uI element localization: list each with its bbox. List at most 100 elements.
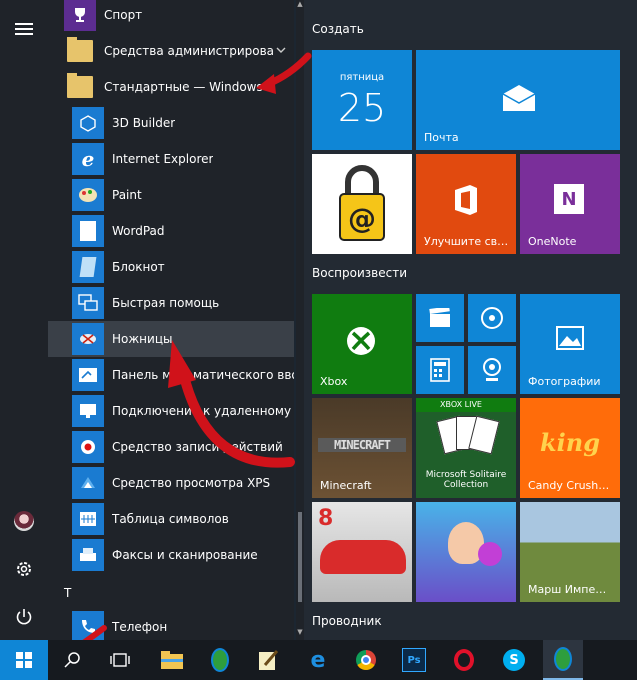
app-label: Ножницы	[112, 332, 173, 346]
search-icon	[64, 652, 80, 668]
calculator-tile[interactable]	[416, 346, 464, 394]
list-item[interactable]: Таблица символов	[48, 501, 294, 537]
onenote-icon: N	[554, 184, 584, 214]
settings-button[interactable]	[0, 546, 48, 592]
taskbar-chrome[interactable]	[346, 640, 386, 680]
list-item[interactable]: Подключение к удаленному ра	[48, 393, 294, 429]
internet-explorer-icon: e	[72, 143, 104, 175]
onenote-tile[interactable]: N OneNote	[520, 154, 620, 254]
tile-label: OneNote	[528, 235, 577, 248]
avatar	[14, 511, 34, 531]
tiles-area: Создать пятница 25 Почта @ Улучшите св… …	[304, 0, 637, 640]
minecraft-tile[interactable]: MINECRAFT Minecraft	[312, 398, 412, 498]
tile-label: Xbox	[320, 375, 348, 388]
list-item[interactable]: Средства администрировани…	[48, 33, 294, 69]
list-item[interactable]: Средство записи действий	[48, 429, 294, 465]
list-item[interactable]: Телефон	[48, 609, 294, 640]
app-label: Спорт	[104, 8, 143, 22]
taskbar-photoshop[interactable]: Ps	[394, 640, 434, 680]
expand-menu-button[interactable]	[0, 6, 48, 52]
windows-logo-icon	[16, 652, 32, 668]
march-of-empires-tile[interactable]: Марш Импе…	[520, 502, 620, 602]
group-title-create[interactable]: Создать	[312, 22, 364, 36]
taskbar-app-active[interactable]	[543, 640, 583, 680]
group-title-play[interactable]: Воспроизвести	[312, 266, 407, 280]
taskbar-skype[interactable]: S	[494, 640, 534, 680]
lock-at-icon: @	[339, 165, 385, 241]
all-apps-list[interactable]: Спорт Средства администрировани… Стандар…	[48, 0, 294, 640]
task-view-button[interactable]	[100, 640, 140, 680]
mail-tile[interactable]: Почта	[416, 50, 620, 150]
taskbar-app-green[interactable]	[200, 640, 240, 680]
taskbar-opera[interactable]	[444, 640, 484, 680]
list-item[interactable]: Средство просмотра XPS	[48, 465, 294, 501]
gear-icon	[17, 562, 31, 576]
tile-label: Марш Импе…	[528, 583, 607, 596]
search-button[interactable]	[52, 640, 92, 680]
xbox-live-badge: XBOX LIVE	[416, 398, 516, 412]
list-item[interactable]: WordPad	[48, 213, 294, 249]
opera-icon	[454, 649, 474, 671]
skype-icon: S	[503, 649, 525, 671]
keeper-tile[interactable]: @	[312, 154, 412, 254]
fax-scan-icon	[72, 539, 104, 571]
scroll-down-icon: ▼	[297, 628, 303, 636]
list-item[interactable]: e Internet Explorer	[48, 141, 294, 177]
svg-text:@: @	[348, 202, 376, 235]
film-icon	[429, 308, 450, 327]
king-logo: king	[540, 428, 600, 457]
app-label: Paint	[112, 188, 142, 202]
photoshop-icon: Ps	[402, 648, 426, 672]
app-label: Таблица символов	[112, 512, 229, 526]
group-title-explorer[interactable]: Проводник	[312, 614, 382, 628]
taskbar-notepad[interactable]	[248, 640, 288, 680]
user-account-button[interactable]	[0, 498, 48, 544]
app-label: Блокнот	[112, 260, 165, 274]
camera-tile[interactable]	[468, 346, 516, 394]
candy-crush-tile[interactable]: king Candy Crush…	[520, 398, 620, 498]
green-app-icon	[211, 648, 229, 672]
list-item[interactable]: Стандартные — Windows	[48, 69, 294, 105]
app-label: Панель математического ввода	[112, 368, 294, 382]
list-item[interactable]: Быстрая помощь	[48, 285, 294, 321]
list-item[interactable]: 3D Builder	[48, 105, 294, 141]
mail-icon	[502, 85, 536, 111]
wordpad-icon	[72, 215, 104, 247]
taskbar-edge[interactable]: e	[298, 640, 338, 680]
calculator-icon	[430, 358, 450, 382]
solitaire-tile[interactable]: XBOX LIVE Microsoft Solitaire Collection	[416, 398, 516, 498]
section-letter[interactable]: Т	[64, 586, 71, 600]
calendar-day: пятница	[339, 72, 385, 83]
tile-label: Почта	[424, 131, 459, 144]
app-label: Факсы и сканирование	[112, 548, 258, 562]
list-item[interactable]: Блокнот	[48, 249, 294, 285]
list-item[interactable]: Ножницы	[48, 321, 294, 357]
office-tile[interactable]: Улучшите св…	[416, 154, 516, 254]
bubble-witch-tile[interactable]	[416, 502, 516, 602]
xbox-tile[interactable]: Xbox	[312, 294, 412, 394]
photo-icon	[556, 326, 584, 350]
power-icon	[16, 609, 32, 625]
calendar-tile[interactable]: пятница 25	[312, 50, 412, 150]
taskbar-file-explorer[interactable]	[152, 640, 192, 680]
calendar-date: 25	[337, 86, 387, 130]
app-list-scrollbar[interactable]: ▲ ▼	[296, 0, 304, 640]
photos-tile[interactable]: Фотографии	[520, 294, 620, 394]
minecraft-logo: MINECRAFT	[318, 438, 406, 452]
app-label: WordPad	[112, 224, 165, 238]
list-item[interactable]: Панель математического ввода	[48, 357, 294, 393]
notepad-pen-icon	[259, 650, 279, 670]
list-item[interactable]: Факсы и сканирование	[48, 537, 294, 573]
chevron-down-icon	[276, 47, 286, 53]
movies-tile[interactable]	[416, 294, 464, 342]
start-button[interactable]	[0, 640, 48, 680]
app-label: Средство записи действий	[112, 440, 283, 454]
power-button[interactable]	[0, 594, 48, 640]
asphalt-tile[interactable]: 8	[312, 502, 412, 602]
list-item[interactable]: Paint	[48, 177, 294, 213]
scrollbar-thumb[interactable]	[298, 512, 302, 602]
steps-recorder-icon	[72, 431, 104, 463]
character-map-icon	[72, 503, 104, 535]
groove-tile[interactable]	[468, 294, 516, 342]
list-item[interactable]: Спорт	[48, 0, 294, 33]
